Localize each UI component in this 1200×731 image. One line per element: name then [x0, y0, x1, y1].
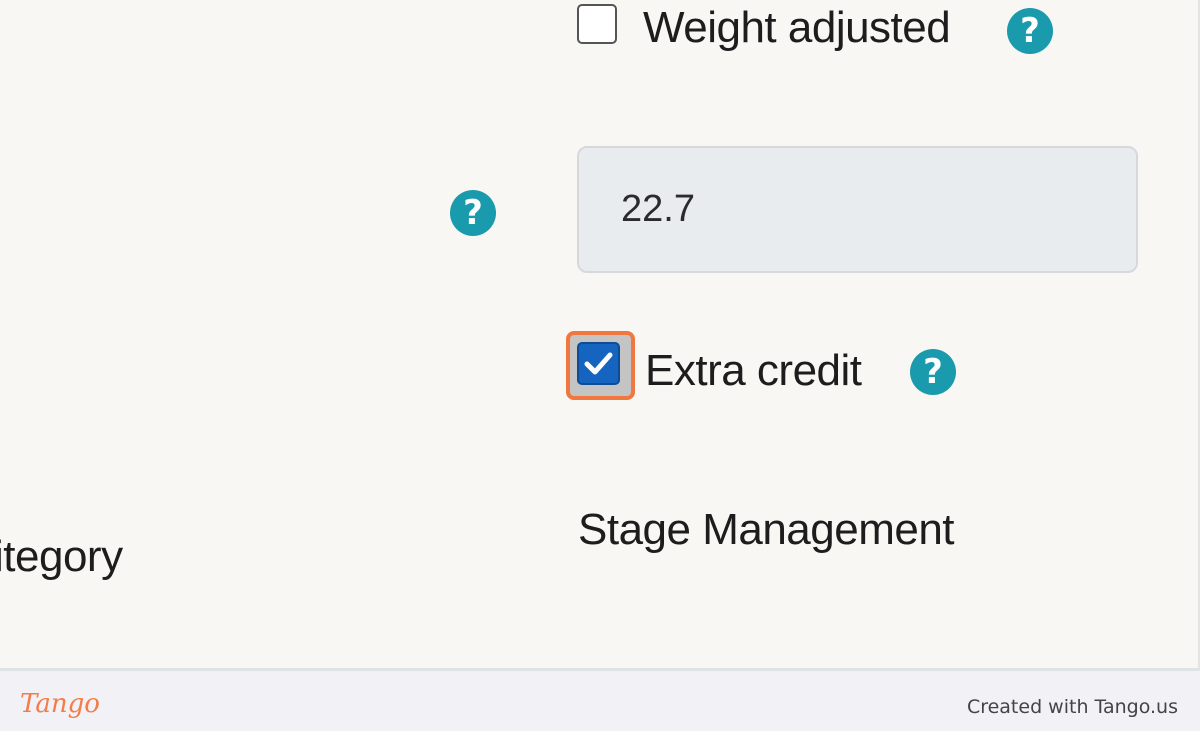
extra-credit-checkbox[interactable] — [577, 342, 620, 385]
tango-logo[interactable]: Tango — [20, 689, 100, 719]
created-with-credit[interactable]: Created with Tango.us — [967, 696, 1178, 718]
category-value: Stage Management — [578, 505, 955, 554]
footer: Tango Created with Tango.us — [0, 685, 1200, 731]
weight-input[interactable] — [577, 146, 1138, 273]
checkmark-icon — [584, 352, 613, 375]
weight-adjusted-label: Weight adjusted — [643, 3, 951, 52]
extra-credit-label: Extra credit — [645, 346, 862, 395]
category-label: itegory — [0, 532, 123, 581]
weight-help-icon[interactable]: ? — [450, 190, 496, 236]
form-panel: Weight adjusted ? ? Extra credit ? itego… — [0, 0, 1200, 671]
weight-adjusted-help-icon[interactable]: ? — [1007, 8, 1053, 54]
extra-credit-help-icon[interactable]: ? — [910, 349, 956, 395]
weight-adjusted-checkbox[interactable] — [577, 4, 617, 44]
